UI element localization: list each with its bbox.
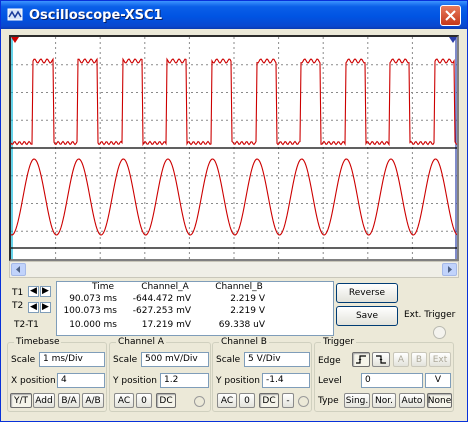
trigger-level-label: Level xyxy=(318,376,342,386)
header-time: Time xyxy=(91,282,115,292)
trigger-auto-button[interactable]: Auto xyxy=(399,393,425,408)
timebase-scale-field[interactable]: 1 ms/Div xyxy=(39,352,105,367)
channel-a-scale-label: Scale xyxy=(113,355,138,365)
timebase-xpos-field[interactable]: 4 xyxy=(57,373,105,388)
channel-b-dc-button[interactable]: DC xyxy=(259,393,279,408)
trigger-group: Trigger Edge A B Ext Level 0 V Type Sing… xyxy=(314,337,454,412)
edge-rising-button[interactable] xyxy=(352,352,370,367)
trigger-none-button[interactable]: None xyxy=(427,393,452,408)
timebase-scale-label: Scale xyxy=(11,355,36,365)
trigger-level-unit[interactable]: V xyxy=(425,373,451,388)
channel-b-terminal-icon xyxy=(298,396,309,407)
channel-a-ypos-field[interactable]: 1.2 xyxy=(160,373,209,388)
oscilloscope-app-icon xyxy=(5,5,25,25)
channel-a-scale-field[interactable]: 500 mV/Div xyxy=(141,352,209,367)
t1-arrows: ◀ ▶ xyxy=(28,286,51,297)
mode-ab-button[interactable]: A/B xyxy=(82,393,104,408)
arrow-right-icon xyxy=(448,266,452,273)
channel-a-trace xyxy=(10,57,458,147)
measurement-table: Time Channel_A Channel_B 90.073 ms -644.… xyxy=(56,281,334,336)
oscilloscope-window: Oscilloscope-XSC1 T1 ◀ ▶ T2 ◀ ▶ T2-T1 Ti… xyxy=(0,0,468,422)
t1-right-arrow-icon[interactable]: ▶ xyxy=(40,286,51,297)
trigger-normal-button[interactable]: Nor. xyxy=(372,393,396,408)
ext-trigger-terminal[interactable] xyxy=(433,326,446,339)
timebase-title: Timebase xyxy=(14,337,62,347)
channel-a-title: Channel A xyxy=(116,337,166,347)
t1-time: 90.073 ms xyxy=(69,294,117,304)
timebase-xpos-label: X position xyxy=(11,376,56,386)
ext-trigger-label: Ext. Trigger xyxy=(404,310,456,320)
scroll-right-button[interactable] xyxy=(442,263,457,276)
channel-b-scale-field[interactable]: 5 V/Div xyxy=(244,352,310,367)
trigger-source-b-button[interactable]: B xyxy=(411,352,427,367)
channel-a-ac-button[interactable]: AC xyxy=(114,393,134,408)
scope-graph xyxy=(10,37,458,259)
trigger-title: Trigger xyxy=(321,337,357,347)
reverse-button[interactable]: Reverse xyxy=(336,283,398,303)
t1-channel-a: -644.472 mV xyxy=(132,294,191,304)
close-icon xyxy=(445,10,456,21)
timebase-group: Timebase Scale 1 ms/Div X position 4 Y/T… xyxy=(7,337,107,412)
falling-edge-icon xyxy=(376,355,386,364)
trigger-source-a-button[interactable]: A xyxy=(393,352,409,367)
mode-ba-button[interactable]: B/A xyxy=(58,393,80,408)
window-title: Oscilloscope-XSC1 xyxy=(29,7,163,23)
channel-b-scale-label: Scale xyxy=(216,355,241,365)
t1-label: T1 xyxy=(12,288,24,298)
t2-time: 100.073 ms xyxy=(63,306,117,316)
t2-arrows: ◀ ▶ xyxy=(28,302,51,313)
header-channel-b: Channel_B xyxy=(215,282,263,292)
header-channel-a: Channel_A xyxy=(141,282,189,292)
cursor-controls: T1 ◀ ▶ T2 ◀ ▶ T2-T1 xyxy=(9,281,53,336)
diff-channel-a: 17.219 mV xyxy=(141,320,191,330)
channel-b-ypos-field[interactable]: -1.4 xyxy=(262,373,310,388)
t2-channel-a: -627.253 mV xyxy=(132,306,191,316)
channel-b-title: Channel B xyxy=(219,337,269,347)
channel-a-zero-button[interactable]: 0 xyxy=(136,393,152,408)
measurement-row-t1: 90.073 ms -644.472 mV 2.219 V xyxy=(57,294,335,305)
channel-b-zero-button[interactable]: 0 xyxy=(239,393,255,408)
close-button[interactable] xyxy=(440,5,461,26)
t2-left-arrow-icon[interactable]: ◀ xyxy=(28,302,39,313)
mode-add-button[interactable]: Add xyxy=(33,393,55,408)
channel-a-dc-button[interactable]: DC xyxy=(156,393,176,408)
trigger-type-label: Type xyxy=(318,396,339,406)
trigger-edge-label: Edge xyxy=(318,356,341,366)
rising-edge-icon xyxy=(356,355,366,364)
channel-a-terminal-icon xyxy=(194,396,205,407)
channel-b-ypos-label: Y position xyxy=(216,376,261,386)
trigger-single-button[interactable]: Sing. xyxy=(344,393,370,408)
measurement-panel: T1 ◀ ▶ T2 ◀ ▶ T2-T1 Time Channel_A Chann… xyxy=(9,281,334,336)
t2-t1-label: T2-T1 xyxy=(14,320,39,330)
t2-channel-b: 2.219 V xyxy=(230,306,265,316)
diff-channel-b: 69.338 uV xyxy=(218,320,265,330)
mode-yt-button[interactable]: Y/T xyxy=(10,393,32,408)
scope-display[interactable] xyxy=(9,35,459,261)
channel-b-ac-button[interactable]: AC xyxy=(217,393,237,408)
diff-time: 10.000 ms xyxy=(69,320,117,330)
horizontal-scrollbar[interactable] xyxy=(9,261,459,278)
arrow-left-icon xyxy=(16,266,20,273)
t2-label: T2 xyxy=(12,301,24,311)
scroll-left-button[interactable] xyxy=(11,263,26,276)
t1-left-arrow-icon[interactable]: ◀ xyxy=(28,286,39,297)
channel-a-ypos-label: Y position xyxy=(113,376,158,386)
trigger-level-field[interactable]: 0 xyxy=(361,373,423,388)
t2-right-arrow-icon[interactable]: ▶ xyxy=(40,302,51,313)
channel-b-negative-button[interactable]: - xyxy=(282,393,294,408)
save-button[interactable]: Save xyxy=(336,306,398,326)
measurement-header-row: Time Channel_A Channel_B xyxy=(57,282,335,293)
measurement-row-diff: 10.000 ms 17.219 mV 69.338 uV xyxy=(57,320,335,331)
t1-channel-b: 2.219 V xyxy=(230,294,265,304)
edge-falling-button[interactable] xyxy=(372,352,390,367)
channel-b-group: Channel B Scale 5 V/Div Y position -1.4 … xyxy=(212,337,312,412)
channel-a-group: Channel A Scale 500 mV/Div Y position 1.… xyxy=(109,337,211,412)
measurement-row-t2: 100.073 ms -627.253 mV 2.219 V xyxy=(57,306,335,317)
trigger-source-ext-button[interactable]: Ext xyxy=(429,352,451,367)
title-bar[interactable]: Oscilloscope-XSC1 xyxy=(1,1,467,29)
